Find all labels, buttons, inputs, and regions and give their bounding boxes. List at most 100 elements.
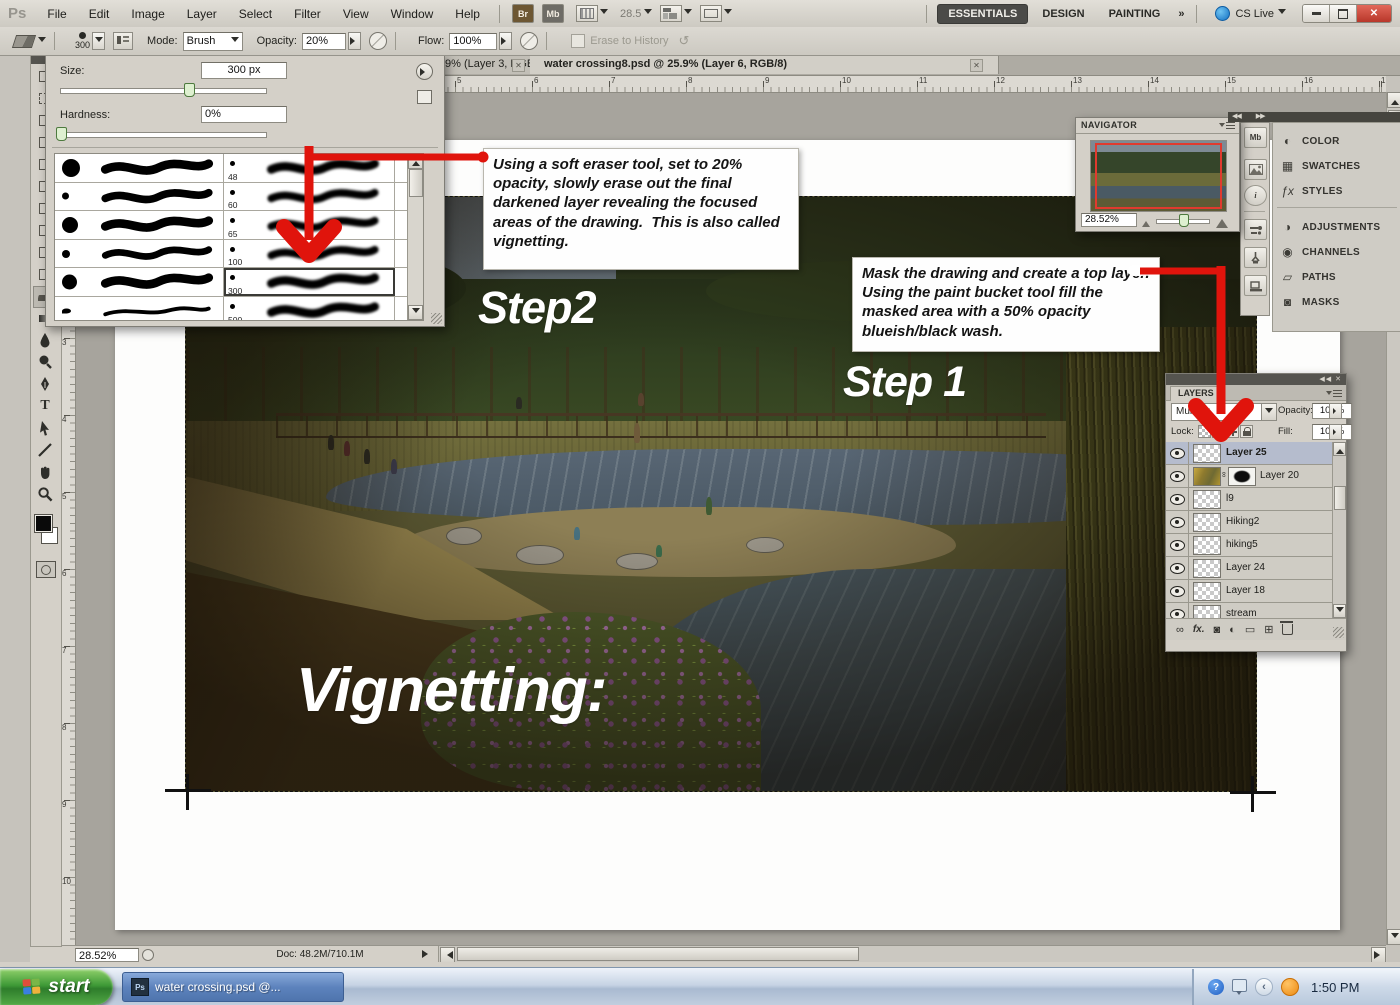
start-button[interactable]: start [0,969,113,1005]
opacity-slider-button[interactable] [1329,403,1342,419]
fill-slider-button[interactable] [1329,424,1342,440]
minimize-button[interactable] [1303,5,1330,22]
layer-mask-thumbnail[interactable] [1228,467,1256,486]
tool-pathselect-icon[interactable] [33,418,57,438]
chevron-down-icon[interactable] [724,9,732,18]
bridge-icon[interactable]: Br [512,4,534,23]
panel-tab-adjustments[interactable]: ◑ ADJUSTMENTS [1279,217,1397,237]
layer-row[interactable]: Layer 24 [1166,557,1332,580]
layer-row[interactable]: Layer 18 [1166,580,1332,603]
lock-all-icon[interactable] [1240,425,1253,438]
workspace-painting[interactable]: PAINTING [1099,5,1171,23]
chevron-down-icon[interactable] [38,37,46,46]
chevron-down-icon[interactable] [684,9,692,18]
brush-preset-hard[interactable] [55,240,224,268]
lock-move-icon[interactable] [1226,425,1239,438]
panel-menu-icon[interactable] [1326,389,1342,398]
brush-preset-hard[interactable] [55,154,224,182]
hidden-icons-chevron[interactable]: ‹ [1255,978,1273,996]
mode-select[interactable]: Brush [183,32,243,51]
scroll-left-icon[interactable] [440,947,455,963]
scroll-up-icon[interactable] [408,154,423,169]
layer-thumbnail[interactable] [1193,490,1221,509]
brush-preset-soft[interactable]: 60 [224,183,395,211]
layer-thumbnail[interactable] [1193,513,1221,532]
workspace-more-button[interactable]: » [1178,8,1182,20]
collapse-icon[interactable]: ◀◀ [1232,113,1241,120]
view-extras-icon[interactable] [576,5,598,22]
tool-pen-icon[interactable] [33,374,57,394]
layer-thumbnail[interactable] [1193,582,1221,601]
lock-paint-icon[interactable] [1212,425,1225,438]
tool-blur-icon[interactable] [33,330,57,350]
flow-slider-button[interactable] [499,32,512,50]
taskbar-item-photoshop[interactable]: Ps water crossing.psd @... [122,972,344,1002]
zoom-in-icon[interactable] [1216,213,1228,228]
new-group-icon[interactable]: ▭ [1245,623,1255,636]
menu-item-edit[interactable]: Edit [78,7,121,21]
layer-thumbnail[interactable] [1193,444,1221,463]
menu-item-view[interactable]: View [332,7,380,21]
brush-preset-hard[interactable] [55,268,224,296]
create-new-preset-icon[interactable] [417,90,432,104]
foreground-color-swatch[interactable] [34,514,53,533]
panel-resize-grip[interactable] [431,313,442,324]
blend-mode-select[interactable]: Multiply [1171,403,1277,421]
layer-row[interactable]: hiking5 [1166,534,1332,557]
status-zoom-field[interactable]: 28.52% [75,948,139,962]
panel-menu-icon[interactable] [1219,121,1235,130]
close-button[interactable]: ✕ [1357,5,1391,22]
scroll-down-icon[interactable] [1387,929,1400,945]
brush-preset-soft[interactable]: 65 [224,211,395,239]
chevron-down-icon[interactable] [600,9,608,18]
cs-live-button[interactable]: CS Live [1215,6,1286,21]
navigator-view-box[interactable] [1095,143,1222,209]
visibility-eye-icon[interactable] [1170,471,1185,482]
menu-item-layer[interactable]: Layer [176,7,228,21]
workspace-essentials[interactable]: ESSENTIALS [937,4,1028,24]
panel-tab-styles[interactable]: ƒx STYLES [1279,181,1397,201]
layer-row[interactable]: l9 [1166,488,1332,511]
scroll-down-icon[interactable] [408,305,423,320]
hardness-field[interactable]: 0% [201,106,287,123]
delete-layer-icon[interactable] [1282,624,1293,635]
toggle-brush-panel-button[interactable] [113,32,133,50]
flow-field[interactable]: 100% [449,33,497,50]
size-slider-thumb[interactable] [184,83,195,97]
tablet-opacity-icon[interactable] [369,32,387,50]
brush-preset-soft[interactable]: 48 [224,154,395,182]
close-icon[interactable]: ✕ [1335,376,1342,383]
image-panel-icon[interactable] [1244,159,1267,180]
menu-item-filter[interactable]: Filter [283,7,332,21]
brush-size-field[interactable]: 300 px [201,62,287,79]
layer-row[interactable]: ∞ Layer 20 [1166,465,1332,488]
visibility-eye-icon[interactable] [1170,494,1185,505]
mini-bridge-icon[interactable]: Mb [542,4,564,23]
document-tab-active[interactable]: water crossing8.psd @ 25.9% (Layer 6, RG… [530,55,999,74]
navigator-tab[interactable]: NAVIGATOR [1076,118,1239,134]
visibility-eye-icon[interactable] [1170,540,1185,551]
scroll-down-icon[interactable] [1333,604,1346,618]
scroll-up-icon[interactable] [1387,92,1400,108]
brush-preset-preview[interactable]: 300 [75,32,90,50]
scroll-up-icon[interactable] [1333,442,1346,456]
hardness-slider[interactable] [60,132,267,138]
layer-thumbnail[interactable] [1193,536,1221,555]
chevron-down-icon[interactable] [644,9,652,18]
opacity-slider-button[interactable] [348,32,361,50]
erase-to-history-checkbox[interactable] [571,34,585,48]
display-tray-icon[interactable] [1232,979,1247,992]
layer-row[interactable]: Hiking2 [1166,511,1332,534]
hardness-slider-thumb[interactable] [56,127,67,141]
tab-close-icon[interactable]: ✕ [970,59,983,72]
visibility-eye-icon[interactable] [1170,586,1185,597]
info-panel-icon[interactable]: i [1244,185,1267,206]
panel-resize-grip[interactable] [1333,627,1344,638]
horizontal-scrollbar[interactable] [438,946,1387,962]
panel-tab-swatches[interactable]: ▦ SWATCHES [1279,156,1397,176]
layer-list-scrollbar[interactable] [1332,442,1346,618]
navigator-slider-thumb[interactable] [1179,214,1189,227]
brush-preset-soft[interactable]: 500 [224,297,395,321]
scrollbar-thumb[interactable] [409,169,423,197]
eraser-tool-icon[interactable] [12,35,36,48]
